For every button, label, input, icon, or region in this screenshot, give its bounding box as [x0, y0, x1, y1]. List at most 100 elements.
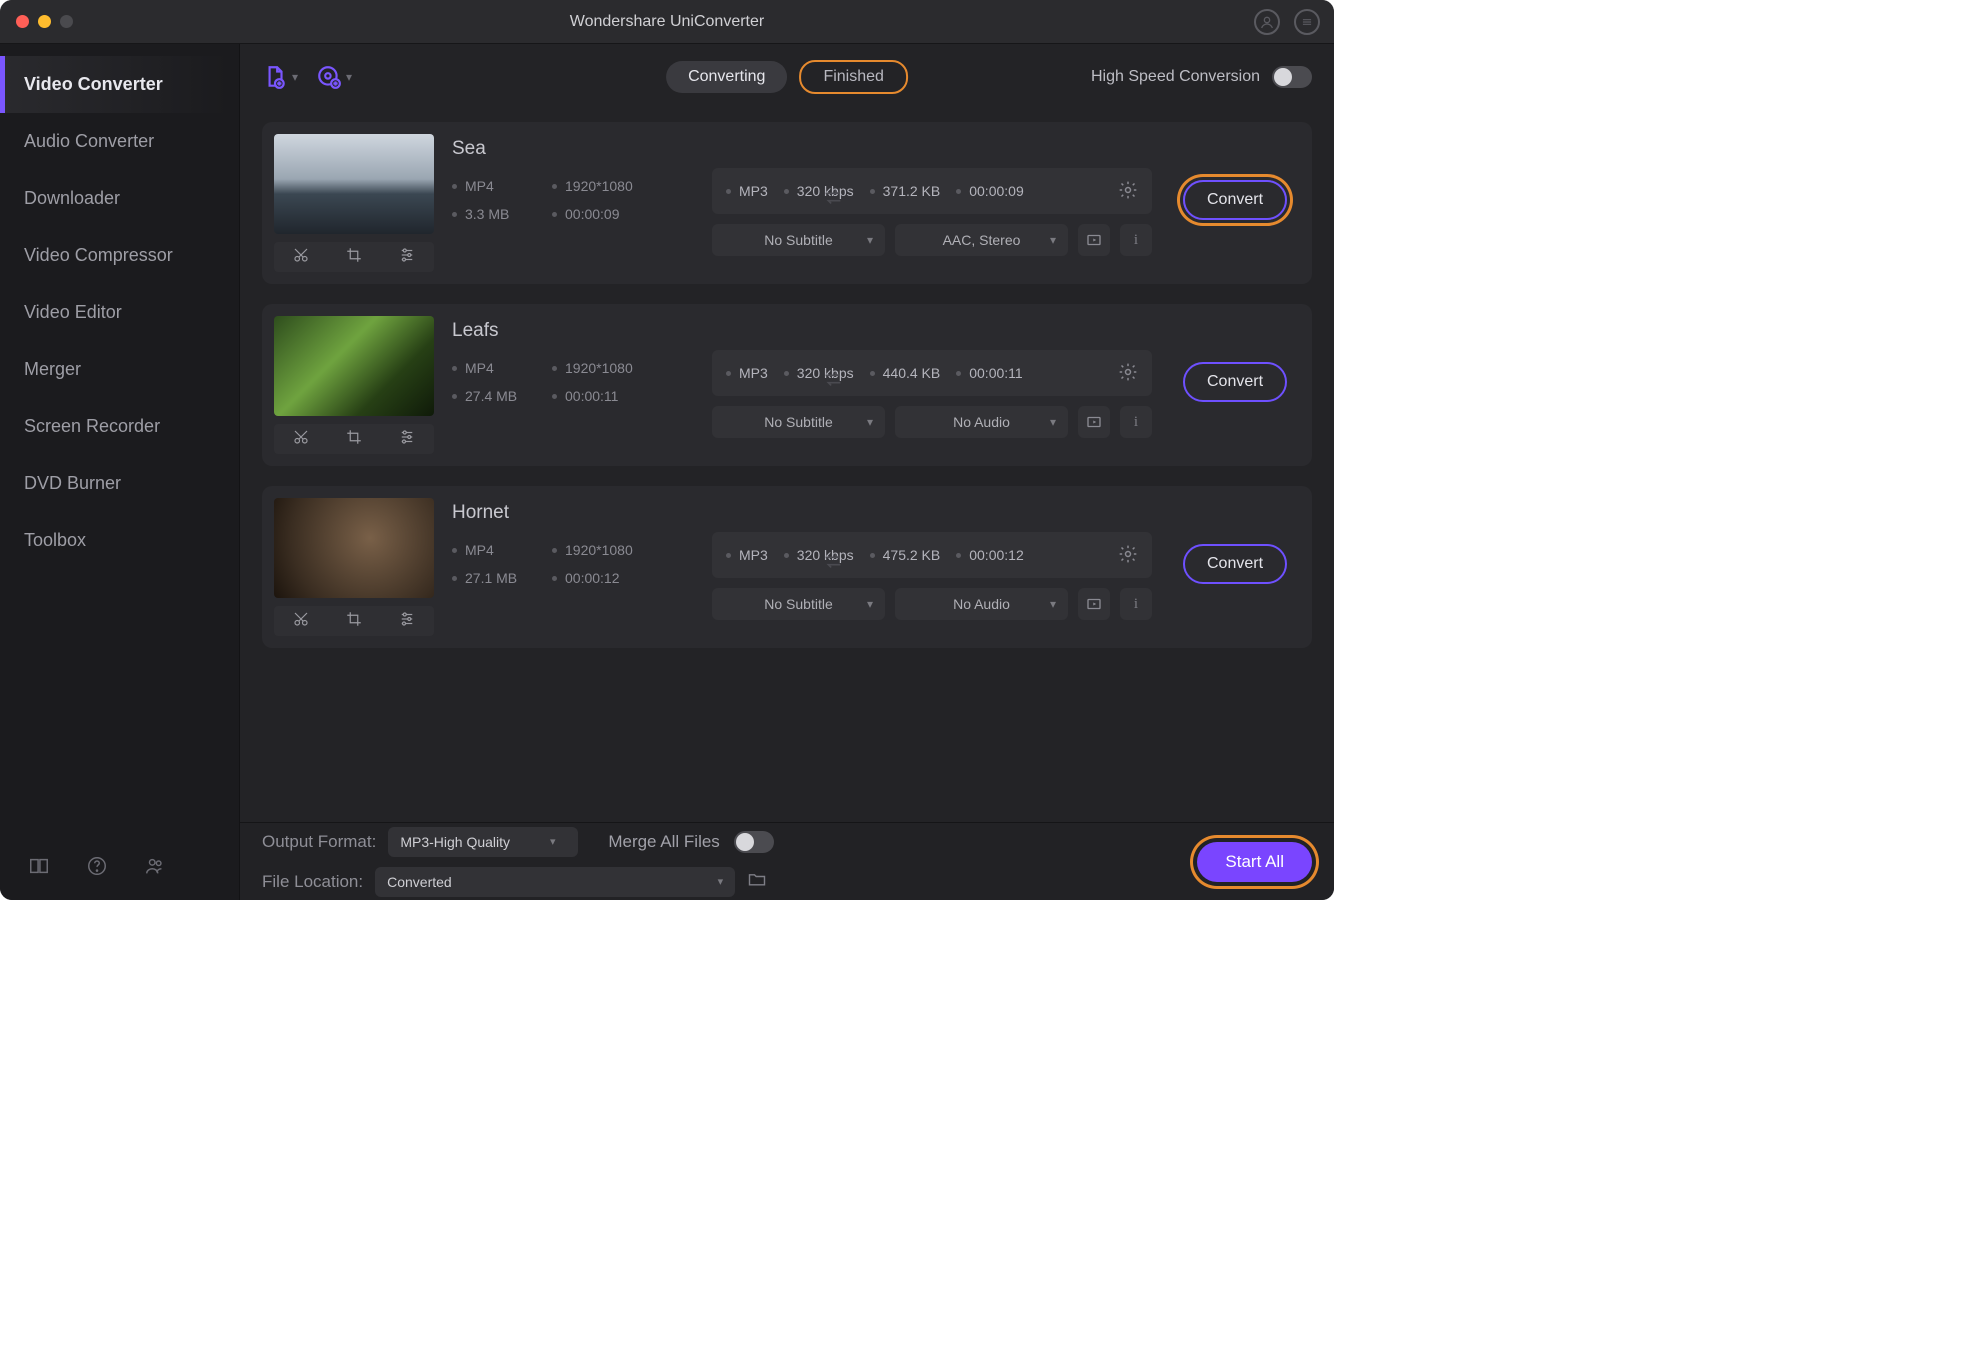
src-format: MP4 [452, 542, 542, 558]
video-thumbnail[interactable] [274, 498, 434, 598]
maximize-window-icon[interactable] [60, 15, 73, 28]
subtitle-value: No Subtitle [764, 596, 832, 612]
preview-icon[interactable] [1078, 406, 1110, 438]
community-icon[interactable] [144, 855, 166, 882]
sidebar-item-audio-converter[interactable]: Audio Converter [0, 113, 239, 170]
app-title: Wondershare UniConverter [0, 13, 1334, 31]
output-format-value: MP3-High Quality [400, 834, 510, 850]
topbar-left: ▾ ▾ [262, 64, 352, 90]
start-all-button[interactable]: Start All [1197, 842, 1312, 882]
tab-converting[interactable]: Converting [666, 61, 787, 93]
topbar-right: High Speed Conversion [1091, 66, 1312, 88]
trim-icon[interactable] [292, 610, 310, 633]
add-file-button[interactable]: ▾ [262, 64, 298, 90]
sidebar-item-toolbox[interactable]: Toolbox [0, 512, 239, 569]
info-icon[interactable]: i [1120, 224, 1152, 256]
tgt-size: 371.2 KB [870, 183, 941, 199]
src-format: MP4 [452, 360, 542, 376]
thumb-tools [274, 606, 434, 636]
account-icon[interactable] [1254, 9, 1280, 35]
effects-icon[interactable] [398, 610, 416, 633]
add-disc-button[interactable]: ▾ [316, 64, 352, 90]
help-icon[interactable] [86, 855, 108, 882]
target-column: MP3 320 kbps 475.2 KB 00:00:12 No Subtit… [712, 498, 1152, 620]
high-speed-toggle[interactable] [1272, 66, 1312, 88]
audio-value: AAC, Stereo [943, 232, 1021, 248]
tab-finished-label: Finished [823, 68, 883, 86]
chevron-down-icon: ▾ [1050, 597, 1056, 611]
settings-icon[interactable] [1118, 180, 1138, 203]
tab-converting-label: Converting [688, 68, 765, 86]
chevron-down-icon: ▾ [1050, 415, 1056, 429]
close-window-icon[interactable] [16, 15, 29, 28]
footer: Output Format: MP3-High Quality ▾ Merge … [240, 822, 1334, 900]
chevron-down-icon: ▾ [346, 70, 352, 84]
topbar: ▾ ▾ Converting [240, 44, 1334, 110]
tgt-duration: 00:00:12 [956, 547, 1024, 563]
sidebar-item-screen-recorder[interactable]: Screen Recorder [0, 398, 239, 455]
target-sub-row: No Subtitle ▾ No Audio ▾ i [712, 588, 1152, 620]
merge-label: Merge All Files [608, 832, 719, 852]
sidebar-item-downloader[interactable]: Downloader [0, 170, 239, 227]
sidebar: Video ConverterAudio ConverterDownloader… [0, 44, 240, 900]
crop-icon[interactable] [345, 610, 363, 633]
target-info-pill: MP3 320 kbps 440.4 KB 00:00:11 [712, 350, 1152, 396]
subtitle-value: No Subtitle [764, 232, 832, 248]
convert-button[interactable]: Convert [1183, 544, 1287, 584]
minimize-window-icon[interactable] [38, 15, 51, 28]
thumb-tools [274, 424, 434, 454]
sidebar-item-video-converter[interactable]: Video Converter [0, 56, 239, 113]
tab-finished[interactable]: Finished [799, 60, 907, 94]
video-thumbnail[interactable] [274, 134, 434, 234]
sidebar-item-video-editor[interactable]: Video Editor [0, 284, 239, 341]
target-info-pill: MP3 320 kbps 475.2 KB 00:00:12 [712, 532, 1152, 578]
open-folder-icon[interactable] [747, 869, 767, 894]
audio-select[interactable]: AAC, Stereo ▾ [895, 224, 1068, 256]
crop-icon[interactable] [345, 428, 363, 451]
file-location-select[interactable]: Converted ▾ [375, 867, 735, 897]
trim-icon[interactable] [292, 246, 310, 269]
chevron-down-icon: ▾ [867, 233, 873, 247]
output-format-select[interactable]: MP3-High Quality ▾ [388, 827, 578, 857]
tgt-duration: 00:00:11 [956, 365, 1022, 381]
convert-button[interactable]: Convert [1183, 180, 1287, 220]
effects-icon[interactable] [398, 428, 416, 451]
sidebar-item-video-compressor[interactable]: Video Compressor [0, 227, 239, 284]
info-icon[interactable]: i [1120, 406, 1152, 438]
swap-icon [822, 550, 844, 577]
settings-icon[interactable] [1118, 362, 1138, 385]
tutorial-icon[interactable] [28, 855, 50, 882]
convert-label: Convert [1207, 191, 1263, 209]
tgt-format: MP3 [726, 183, 768, 199]
source-info: Hornet MP4 1920*1080 27.1 MB 00:00:12 [452, 498, 694, 586]
subtitle-select[interactable]: No Subtitle ▾ [712, 224, 885, 256]
file-name: Sea [452, 138, 694, 160]
preview-icon[interactable] [1078, 588, 1110, 620]
convert-button[interactable]: Convert [1183, 362, 1287, 402]
file-location-value: Converted [387, 874, 452, 890]
audio-value: No Audio [953, 596, 1010, 612]
sidebar-item-merger[interactable]: Merger [0, 341, 239, 398]
settings-icon[interactable] [1118, 544, 1138, 567]
source-info: Leafs MP4 1920*1080 27.4 MB 00:00:11 [452, 316, 694, 404]
trim-icon[interactable] [292, 428, 310, 451]
preview-icon[interactable] [1078, 224, 1110, 256]
video-thumbnail[interactable] [274, 316, 434, 416]
thumbnail-column [274, 134, 434, 272]
audio-select[interactable]: No Audio ▾ [895, 588, 1068, 620]
subtitle-select[interactable]: No Subtitle ▾ [712, 406, 885, 438]
subtitle-select[interactable]: No Subtitle ▾ [712, 588, 885, 620]
src-size: 27.4 MB [452, 388, 542, 404]
info-icon[interactable]: i [1120, 588, 1152, 620]
sidebar-item-dvd-burner[interactable]: DVD Burner [0, 455, 239, 512]
target-column: MP3 320 kbps 440.4 KB 00:00:11 No Subtit… [712, 316, 1152, 438]
effects-icon[interactable] [398, 246, 416, 269]
target-sub-row: No Subtitle ▾ No Audio ▾ i [712, 406, 1152, 438]
crop-icon[interactable] [345, 246, 363, 269]
action-column: Convert [1170, 498, 1300, 584]
chevron-down-icon: ▾ [867, 415, 873, 429]
merge-toggle[interactable] [734, 831, 774, 853]
menu-icon[interactable] [1294, 9, 1320, 35]
tab-segment: Converting Finished [666, 60, 908, 94]
audio-select[interactable]: No Audio ▾ [895, 406, 1068, 438]
